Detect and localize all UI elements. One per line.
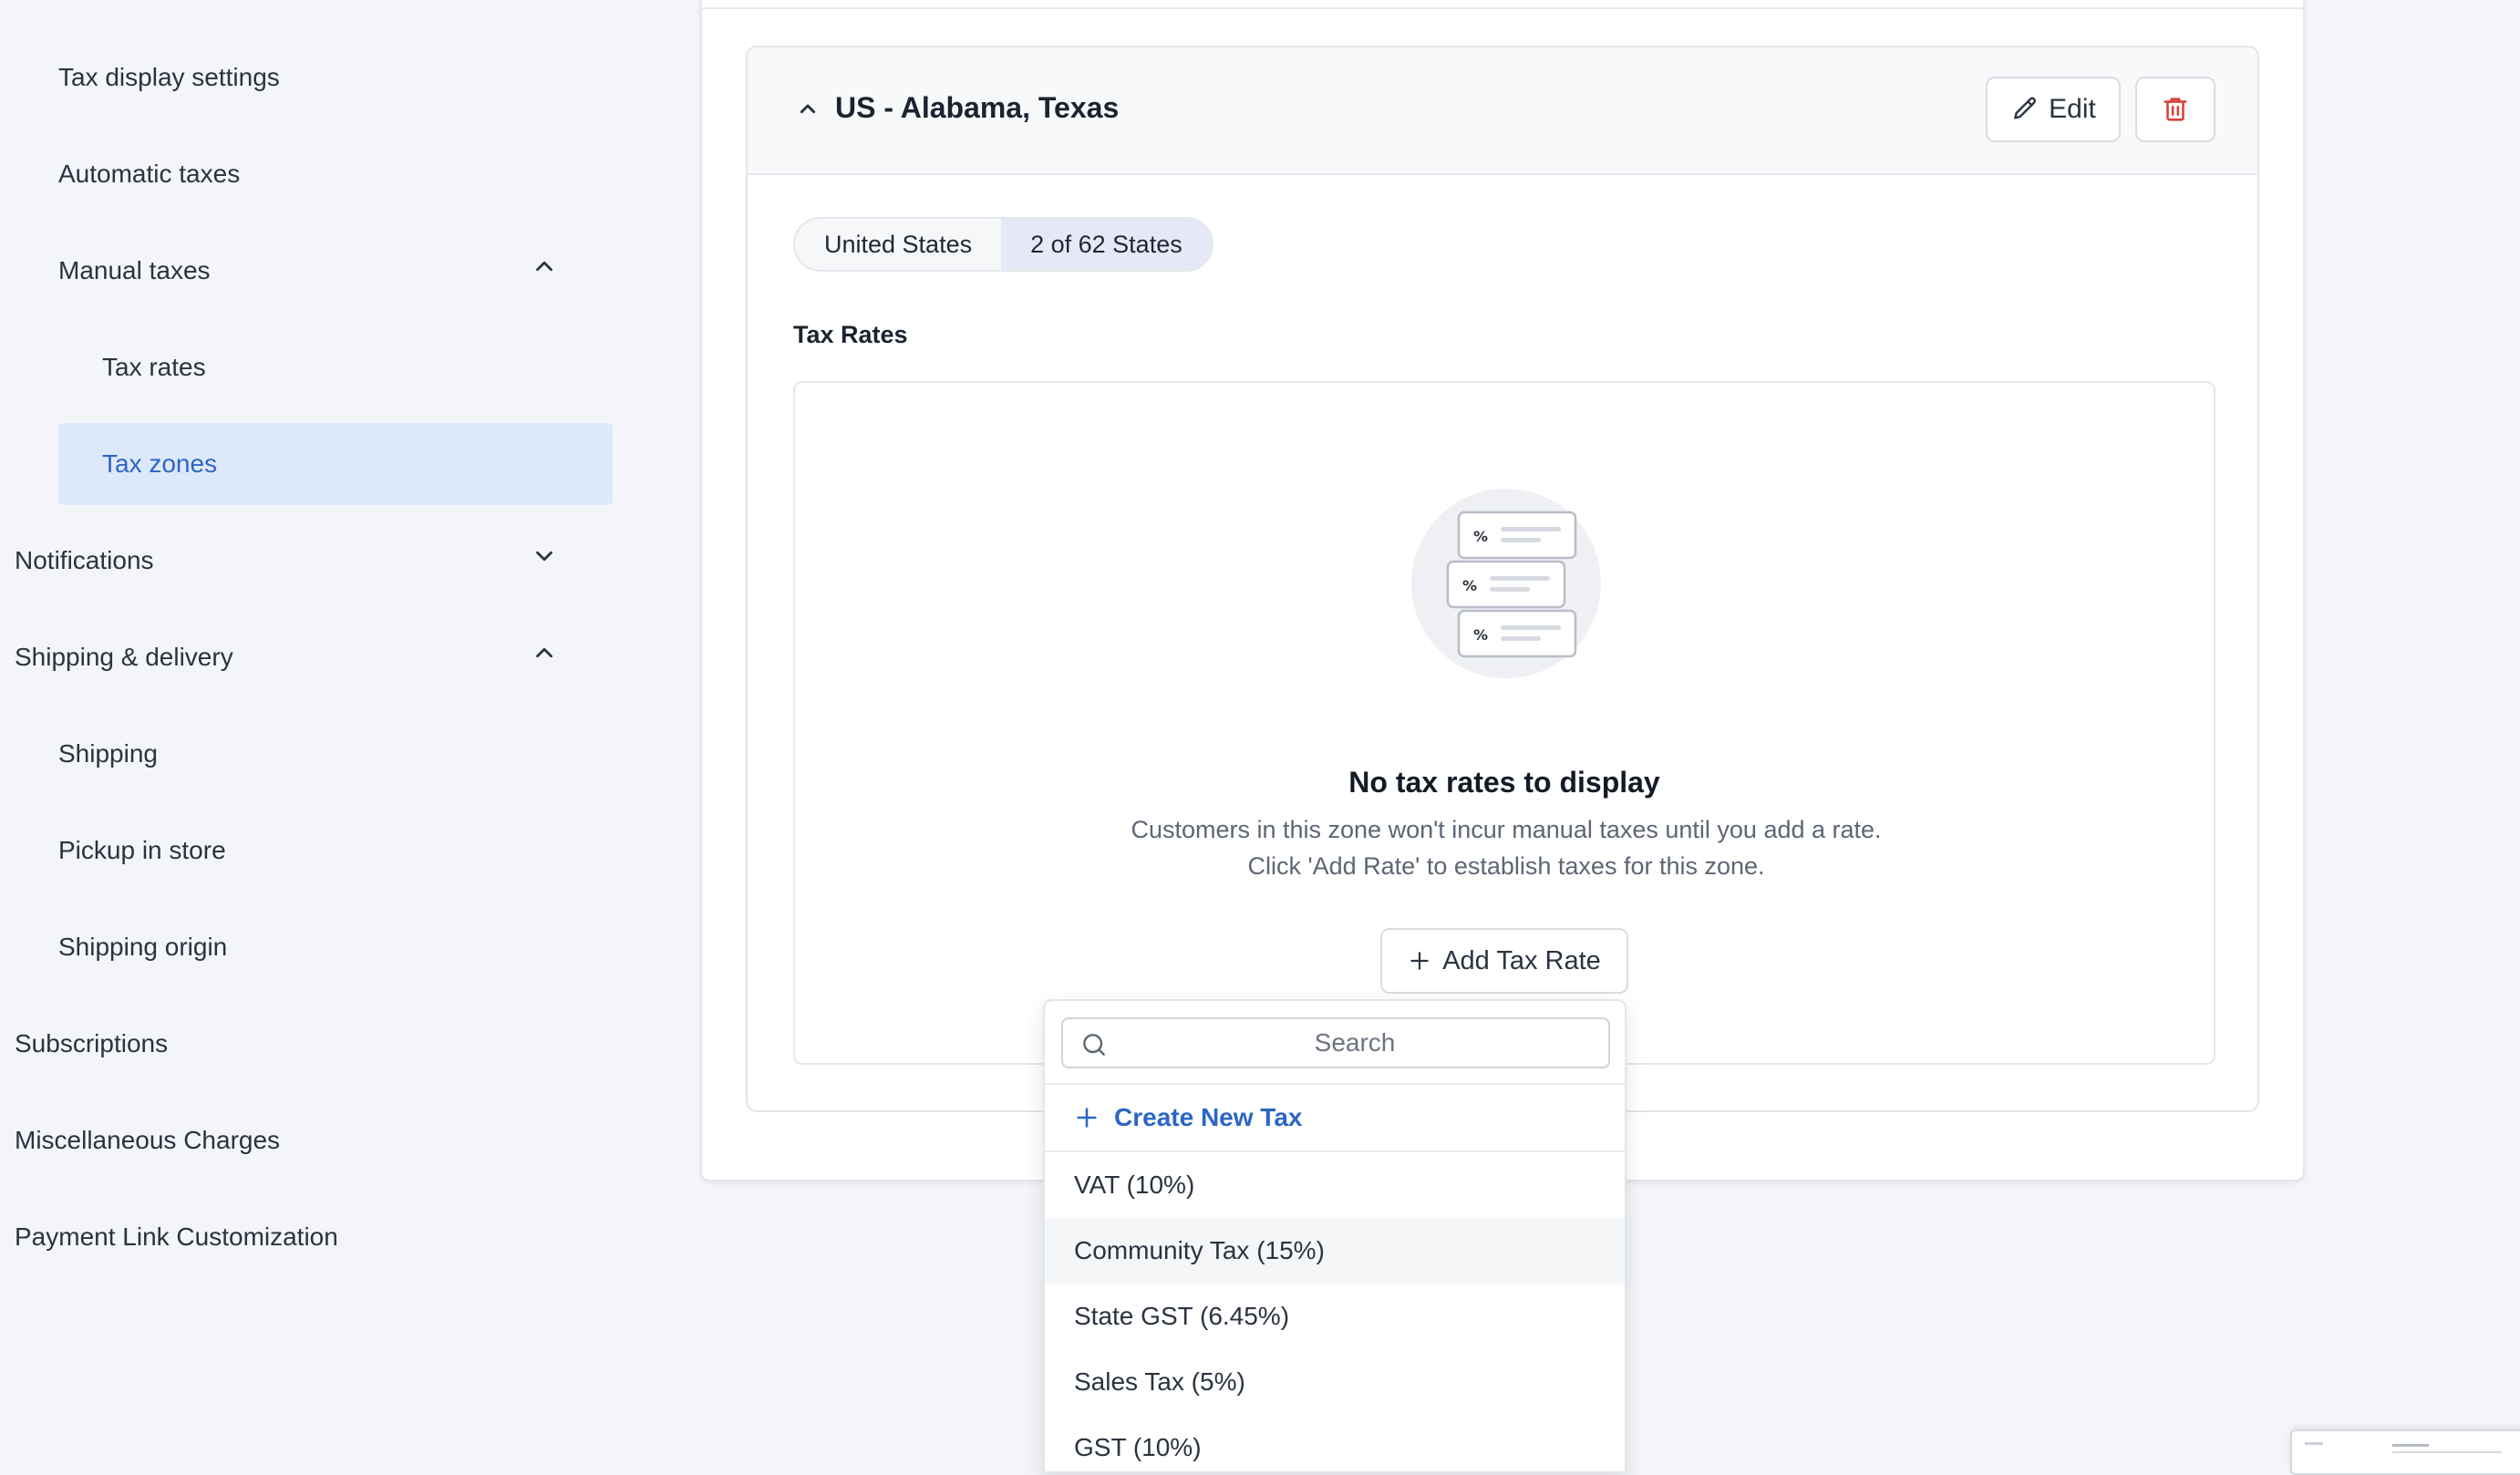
tax-zone-header[interactable]: US - Alabama, Texas Edit [748, 47, 2257, 175]
sidebar-item-label: Manual taxes [58, 256, 211, 284]
delete-zone-button[interactable] [2135, 77, 2215, 142]
sidebar-item-shipping-origin[interactable]: Shipping origin [58, 906, 613, 988]
sidebar-item-manual-taxes[interactable]: Manual taxes [58, 230, 613, 312]
chevron-up-icon[interactable] [531, 639, 558, 666]
plus-icon [1410, 952, 1429, 970]
sidebar-item-label: Notifications [15, 546, 154, 574]
sidebar-item-pickup-in-store[interactable]: Pickup in store [58, 810, 613, 892]
search-input[interactable] [1118, 1019, 1592, 1067]
tax-rates-heading: Tax Rates [793, 321, 908, 348]
plus-icon [1077, 1108, 1097, 1128]
country-pill: United States [824, 230, 973, 258]
sidebar-item-label: Tax zones [102, 449, 218, 478]
tax-option-gst[interactable]: GST (10%) [1045, 1415, 1625, 1471]
trash-icon [2164, 98, 2187, 121]
tax-option-label: GST (10%) [1074, 1433, 1202, 1461]
edit-zone-button[interactable]: Edit [1986, 77, 2121, 142]
tax-option-vat[interactable]: VAT (10%) [1045, 1152, 1625, 1218]
pencil-icon [2014, 97, 2037, 119]
settings-sidebar: Tax display settings Automatic taxes Man… [0, 0, 638, 1462]
zone-regions: United States 2 of 62 States [793, 217, 1214, 272]
tax-option-label: VAT (10%) [1074, 1171, 1195, 1199]
sidebar-item-label: Pickup in store [58, 836, 226, 864]
sidebar-item-label: Shipping [58, 739, 158, 768]
chevron-up-icon[interactable] [793, 95, 822, 124]
sidebar-item-payment-link-customization[interactable]: Payment Link Customization [15, 1196, 613, 1278]
divider [700, 7, 2305, 9]
thumbnail-line [2305, 1442, 2323, 1445]
tax-option-sales-tax[interactable]: Sales Tax (5%) [1045, 1349, 1625, 1415]
tax-rates-empty-state: % % % No tax rates to display Customers … [793, 381, 2215, 1065]
chevron-down-icon[interactable] [531, 542, 558, 570]
create-new-tax-button[interactable]: Create New Tax [1045, 1085, 1625, 1150]
add-tax-rate-label: Add Tax Rate [1442, 945, 1601, 975]
zone-title: US - Alabama, Texas [835, 91, 1120, 124]
sidebar-item-label: Payment Link Customization [15, 1222, 338, 1251]
tax-option-community-tax[interactable]: Community Tax (15%) [1045, 1218, 1625, 1284]
sidebar-item-label: Tax display settings [58, 63, 280, 91]
sidebar-item-label: Shipping & delivery [15, 643, 233, 671]
thumbnail-line [2392, 1444, 2429, 1447]
sidebar-item-notifications[interactable]: Notifications [15, 520, 613, 602]
edit-label: Edit [2049, 94, 2096, 124]
sidebar-item-label: Subscriptions [15, 1029, 169, 1057]
sidebar-item-automatic-taxes[interactable]: Automatic taxes [58, 133, 613, 215]
tax-list-illustration: % % % [1411, 489, 1601, 678]
sidebar-item-label: Miscellaneous Charges [15, 1126, 281, 1154]
search-icon [1083, 1034, 1105, 1056]
window-thumbnail[interactable] [2290, 1429, 2520, 1475]
chevron-up-icon[interactable] [531, 253, 558, 280]
tax-rate-dropdown: Create New Tax VAT (10%) Community Tax (… [1043, 999, 1627, 1473]
sidebar-item-miscellaneous-charges[interactable]: Miscellaneous Charges [15, 1099, 613, 1181]
sidebar-item-label: Shipping origin [58, 933, 228, 961]
sidebar-item-tax-display-settings[interactable]: Tax display settings [58, 36, 613, 119]
tax-option-label: Community Tax (15%) [1074, 1236, 1325, 1264]
tax-zone-panel: US - Alabama, Texas Edit United States 2… [746, 46, 2259, 1112]
svg-text:%: % [1462, 577, 1477, 594]
sidebar-item-subscriptions[interactable]: Subscriptions [15, 1003, 613, 1085]
tax-option-label: Sales Tax (5%) [1074, 1367, 1245, 1396]
search-field[interactable] [1061, 1017, 1610, 1068]
tax-option-state-gst[interactable]: State GST (6.45%) [1045, 1284, 1625, 1349]
tax-option-label: State GST (6.45%) [1074, 1302, 1290, 1330]
sidebar-item-label: Automatic taxes [58, 160, 241, 188]
sidebar-item-tax-zones[interactable]: Tax zones [58, 423, 613, 505]
states-pill: 2 of 62 States [1001, 219, 1212, 270]
add-tax-rate-button[interactable]: Add Tax Rate [1380, 928, 1628, 994]
create-new-tax-label: Create New Tax [1114, 1103, 1303, 1131]
svg-text:%: % [1473, 626, 1488, 644]
sidebar-item-shipping-delivery[interactable]: Shipping & delivery [15, 616, 613, 698]
empty-state-description: Customers in this zone won't incur manua… [1131, 816, 1882, 880]
sidebar-item-label: Tax rates [102, 353, 206, 381]
sidebar-item-tax-rates[interactable]: Tax rates [58, 326, 613, 408]
empty-state-title: No tax rates to display [1348, 766, 1660, 799]
svg-text:%: % [1473, 528, 1488, 545]
sidebar-item-shipping[interactable]: Shipping [58, 713, 613, 795]
thumbnail-line [2392, 1451, 2502, 1453]
